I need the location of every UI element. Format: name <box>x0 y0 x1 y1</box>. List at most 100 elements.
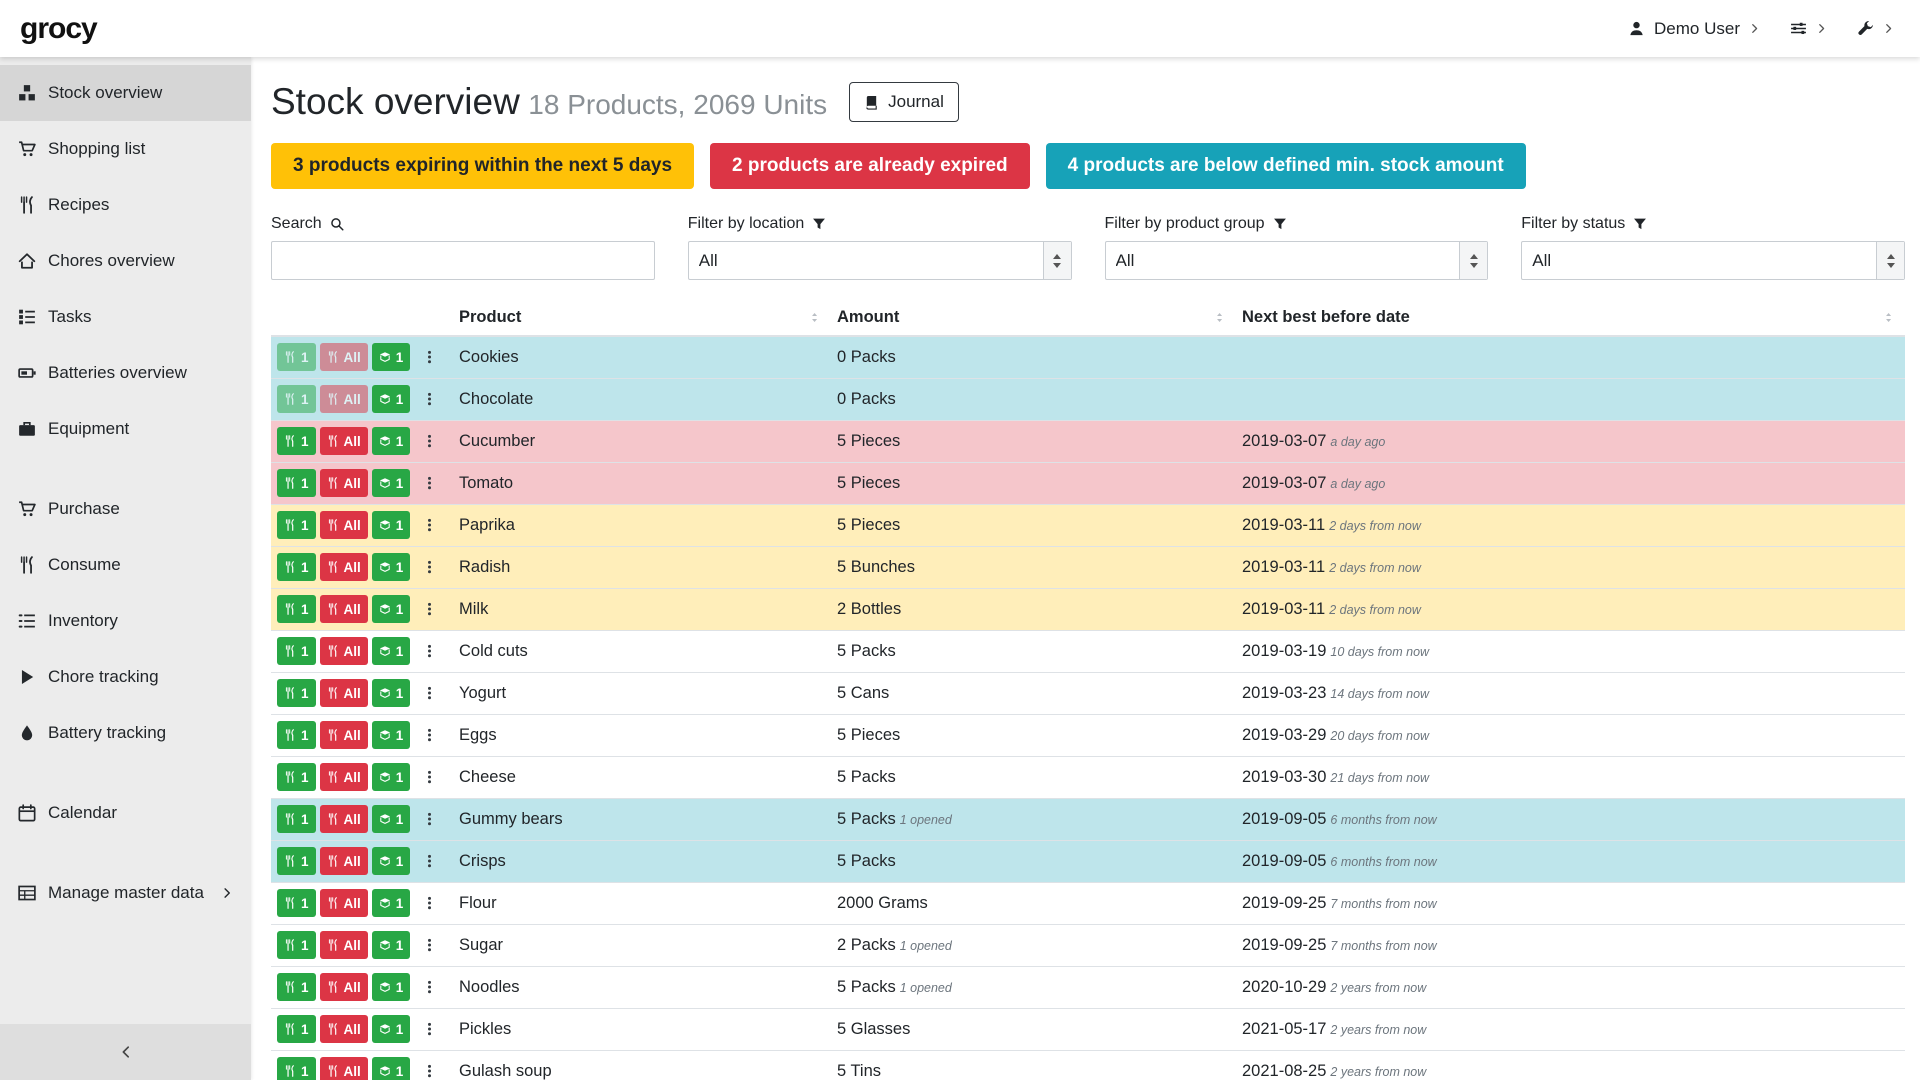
consume-all-button[interactable]: All <box>320 679 368 707</box>
consume-all-button[interactable]: All <box>320 1015 368 1043</box>
row-menu-button[interactable] <box>422 433 437 449</box>
sidebar-item-battery-tracking[interactable]: Battery tracking <box>0 705 251 761</box>
consume-all-button[interactable]: All <box>320 763 368 791</box>
col-best-before[interactable]: Next best before date <box>1236 304 1905 336</box>
open-one-button[interactable]: 1 <box>372 721 411 749</box>
consume-all-button[interactable]: All <box>320 511 368 539</box>
consume-one-button[interactable]: 1 <box>277 805 316 833</box>
row-menu-button[interactable] <box>422 601 437 617</box>
consume-one-button[interactable]: 1 <box>277 469 316 497</box>
consume-all-button[interactable]: All <box>320 973 368 1001</box>
row-menu-button[interactable] <box>422 391 437 407</box>
consume-one-button[interactable]: 1 <box>277 847 316 875</box>
product-group-filter-select[interactable]: All <box>1105 241 1489 280</box>
open-one-button[interactable]: 1 <box>372 805 411 833</box>
journal-button[interactable]: Journal <box>849 82 959 122</box>
status-filter-select[interactable]: All <box>1521 241 1905 280</box>
consume-all-button[interactable]: All <box>320 469 368 497</box>
open-one-button[interactable]: 1 <box>372 385 411 413</box>
row-menu-button[interactable] <box>422 1021 437 1037</box>
open-one-button[interactable]: 1 <box>372 763 411 791</box>
col-amount[interactable]: Amount <box>831 304 1236 336</box>
consume-one-button[interactable]: 1 <box>277 637 316 665</box>
consume-all-button[interactable]: All <box>320 805 368 833</box>
sidebar-item-chore-tracking[interactable]: Chore tracking <box>0 649 251 705</box>
sidebar-item-consume[interactable]: Consume <box>0 537 251 593</box>
row-menu-button[interactable] <box>422 517 437 533</box>
sidebar-item-manage-master-data[interactable]: Manage master data <box>0 865 251 921</box>
consume-one-button[interactable]: 1 <box>277 553 316 581</box>
consume-one-button[interactable]: 1 <box>277 679 316 707</box>
expiring-alert[interactable]: 3 products expiring within the next 5 da… <box>271 143 694 189</box>
consume-all-button[interactable]: All <box>320 553 368 581</box>
open-one-button[interactable]: 1 <box>372 511 411 539</box>
sidebar-collapse-button[interactable] <box>0 1024 251 1080</box>
open-one-button[interactable]: 1 <box>372 931 411 959</box>
sidebar-item-tasks[interactable]: Tasks <box>0 289 251 345</box>
open-one-button[interactable]: 1 <box>372 1015 411 1043</box>
consume-one-button[interactable]: 1 <box>277 1057 316 1080</box>
row-menu-button[interactable] <box>422 1063 437 1079</box>
open-one-button[interactable]: 1 <box>372 343 411 371</box>
consume-all-button[interactable]: All <box>320 931 368 959</box>
consume-one-button[interactable]: 1 <box>277 973 316 1001</box>
row-menu-button[interactable] <box>422 895 437 911</box>
row-menu-button[interactable] <box>422 727 437 743</box>
consume-one-button[interactable]: 1 <box>277 595 316 623</box>
sort-icon[interactable] <box>1213 310 1228 325</box>
open-one-button[interactable]: 1 <box>372 469 411 497</box>
open-one-button[interactable]: 1 <box>372 595 411 623</box>
sidebar-item-batteries-overview[interactable]: Batteries overview <box>0 345 251 401</box>
sidebar-item-calendar[interactable]: Calendar <box>0 785 251 841</box>
consume-one-button[interactable]: 1 <box>277 889 316 917</box>
row-menu-button[interactable] <box>422 937 437 953</box>
sidebar-item-chores-overview[interactable]: Chores overview <box>0 233 251 289</box>
consume-one-button[interactable]: 1 <box>277 385 316 413</box>
below-min-stock-alert[interactable]: 4 products are below defined min. stock … <box>1046 143 1526 189</box>
sort-icon[interactable] <box>808 310 823 325</box>
row-menu-button[interactable] <box>422 559 437 575</box>
row-menu-button[interactable] <box>422 811 437 827</box>
row-menu-button[interactable] <box>422 769 437 785</box>
consume-one-button[interactable]: 1 <box>277 721 316 749</box>
expired-alert[interactable]: 2 products are already expired <box>710 143 1030 189</box>
sidebar-item-equipment[interactable]: Equipment <box>0 401 251 457</box>
consume-one-button[interactable]: 1 <box>277 343 316 371</box>
consume-all-button[interactable]: All <box>320 889 368 917</box>
consume-one-button[interactable]: 1 <box>277 511 316 539</box>
open-one-button[interactable]: 1 <box>372 427 411 455</box>
location-filter-select[interactable]: All <box>688 241 1072 280</box>
open-one-button[interactable]: 1 <box>372 553 411 581</box>
sidebar-item-recipes[interactable]: Recipes <box>0 177 251 233</box>
open-one-button[interactable]: 1 <box>372 679 411 707</box>
row-menu-button[interactable] <box>422 685 437 701</box>
consume-all-button[interactable]: All <box>320 637 368 665</box>
app-logo[interactable]: grocy <box>20 12 97 46</box>
sidebar-item-inventory[interactable]: Inventory <box>0 593 251 649</box>
consume-all-button[interactable]: All <box>320 721 368 749</box>
row-menu-button[interactable] <box>422 349 437 365</box>
consume-all-button[interactable]: All <box>320 1057 368 1080</box>
consume-all-button[interactable]: All <box>320 847 368 875</box>
row-menu-button[interactable] <box>422 475 437 491</box>
settings-menu[interactable] <box>1790 20 1827 37</box>
consume-one-button[interactable]: 1 <box>277 427 316 455</box>
col-product[interactable]: Product <box>453 304 831 336</box>
consume-all-button[interactable]: All <box>320 385 368 413</box>
open-one-button[interactable]: 1 <box>372 889 411 917</box>
admin-menu[interactable] <box>1857 20 1894 37</box>
user-menu[interactable]: Demo User <box>1628 19 1760 39</box>
consume-all-button[interactable]: All <box>320 343 368 371</box>
consume-one-button[interactable]: 1 <box>277 931 316 959</box>
open-one-button[interactable]: 1 <box>372 1057 411 1080</box>
consume-all-button[interactable]: All <box>320 595 368 623</box>
consume-one-button[interactable]: 1 <box>277 1015 316 1043</box>
sidebar-item-stock-overview[interactable]: Stock overview <box>0 65 251 121</box>
sidebar-item-shopping-list[interactable]: Shopping list <box>0 121 251 177</box>
row-menu-button[interactable] <box>422 979 437 995</box>
row-menu-button[interactable] <box>422 643 437 659</box>
row-menu-button[interactable] <box>422 853 437 869</box>
sidebar-item-purchase[interactable]: Purchase <box>0 481 251 537</box>
search-input[interactable] <box>271 241 655 280</box>
consume-all-button[interactable]: All <box>320 427 368 455</box>
